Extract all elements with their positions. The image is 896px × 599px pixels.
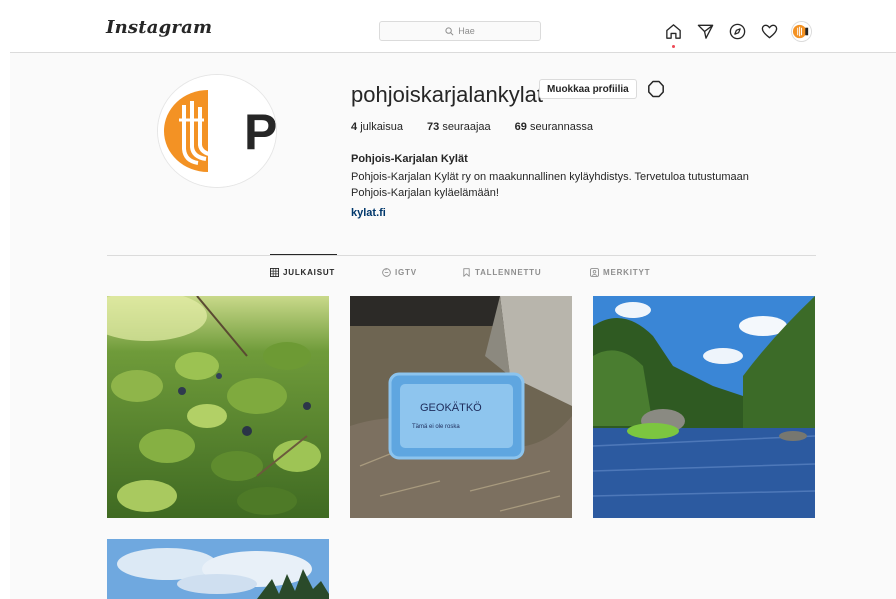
profile-stats: 4 julkaisua 73 seuraajaa 69 seurannassa xyxy=(351,121,593,133)
profile-avatar-icon xyxy=(792,21,811,41)
profile-website-link[interactable]: kylat.fi xyxy=(351,207,386,219)
stat-posts: 4 julkaisua xyxy=(351,121,403,133)
profile-username: pohjoiskarjalankylat xyxy=(351,82,543,107)
post-thumbnail[interactable]: GEOKÄTKÖ Tämä ei ole roska xyxy=(350,296,572,518)
stat-posts-count: 4 xyxy=(351,121,358,133)
bio-line: Pohjois-Karjalan kyläelämään! xyxy=(351,187,499,199)
tab-label: TALLENNETTU xyxy=(475,268,542,277)
tab-divider xyxy=(107,255,816,256)
geocache-note: Tämä ei ole roska xyxy=(412,424,460,430)
sky-trees-image xyxy=(107,539,329,599)
activity-button[interactable] xyxy=(760,22,779,41)
top-nav: Instagram Hae xyxy=(10,10,896,53)
bio-line: Pohjois-Karjalan Kylät ry on maakunnalli… xyxy=(351,171,749,183)
stat-following[interactable]: 69 seurannassa xyxy=(515,121,593,133)
settings-icon[interactable] xyxy=(646,79,666,99)
post-thumbnail[interactable] xyxy=(107,539,329,599)
search-placeholder: Hae xyxy=(458,26,475,36)
tab-label: MERKITYT xyxy=(603,268,651,277)
home-icon xyxy=(666,23,681,39)
page: Instagram Hae P pohjoiskarjalankylat Muo… xyxy=(10,10,896,599)
igtv-icon xyxy=(382,268,391,277)
direct-icon xyxy=(697,24,714,39)
heart-icon xyxy=(761,24,778,38)
direct-button[interactable] xyxy=(696,22,715,41)
instagram-logo[interactable]: Instagram xyxy=(106,17,212,38)
geocache-box-image: GEOKÄTKÖ Tämä ei ole roska xyxy=(350,296,572,518)
stat-following-count: 69 xyxy=(514,121,527,133)
explore-icon xyxy=(729,23,746,39)
profile-bio: Pohjois-Karjalan Kylät ry on maakunnalli… xyxy=(351,169,801,201)
tab-label: JULKAISUT xyxy=(283,268,336,277)
stat-following-label: seurannassa xyxy=(529,121,593,133)
tab-saved[interactable]: TALLENNETTU xyxy=(462,268,541,277)
avatar-letter: P xyxy=(244,104,276,160)
tab-posts[interactable]: JULKAISUT xyxy=(270,268,335,277)
profile-avatar[interactable]: P xyxy=(158,75,276,187)
grid-icon xyxy=(270,268,279,277)
stat-followers-label: seuraajaa xyxy=(442,121,491,133)
tab-tagged[interactable]: MERKITYT xyxy=(590,268,650,277)
tagged-icon xyxy=(590,268,599,277)
notification-dot xyxy=(672,44,675,48)
search-input[interactable]: Hae xyxy=(379,21,541,41)
profile-full-name: Pohjois-Karjalan Kylät xyxy=(351,153,468,165)
post-thumbnail[interactable] xyxy=(593,296,815,518)
nav-icons xyxy=(664,20,811,48)
brand-logo: P xyxy=(158,75,276,187)
edit-profile-button[interactable]: Muokkaa profiilia xyxy=(539,79,637,99)
profile-button[interactable] xyxy=(792,21,811,41)
explore-button[interactable] xyxy=(728,22,747,41)
post-thumbnail[interactable] xyxy=(107,296,329,518)
blueberry-bush-image xyxy=(107,296,329,518)
search-icon xyxy=(445,26,454,35)
tab-igtv[interactable]: IGTV xyxy=(382,268,417,277)
stat-followers[interactable]: 73 seuraajaa xyxy=(427,121,491,133)
stat-followers-count: 73 xyxy=(427,121,440,133)
active-tab-indicator xyxy=(270,254,337,255)
home-button[interactable] xyxy=(664,22,683,48)
stat-posts-label: julkaisua xyxy=(360,121,403,133)
tab-label: IGTV xyxy=(395,268,417,277)
river-landscape-image xyxy=(593,296,815,518)
bookmark-icon xyxy=(463,268,470,277)
geocache-title: GEOKÄTKÖ xyxy=(420,402,482,414)
